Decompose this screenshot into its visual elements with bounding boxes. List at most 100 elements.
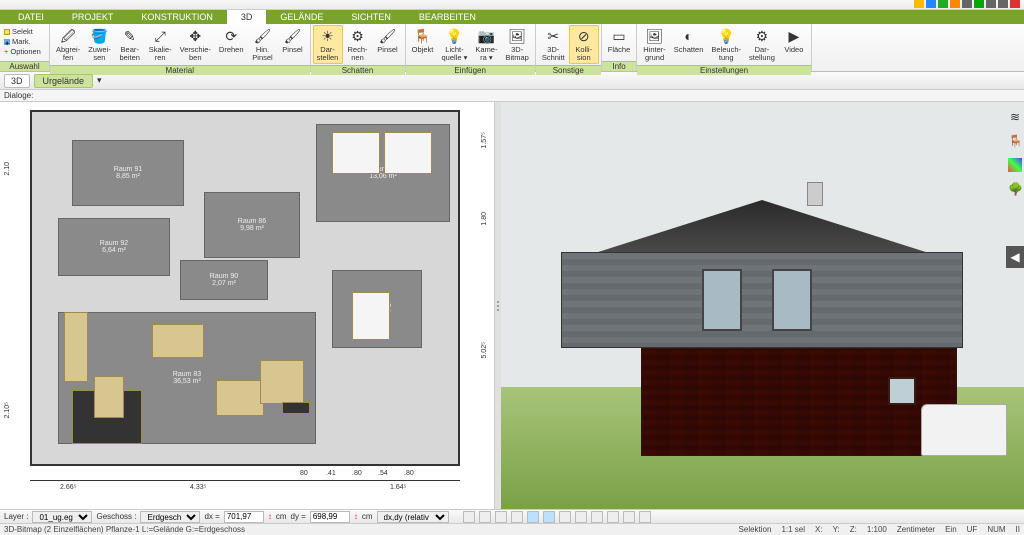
menu-3d[interactable]: 3D — [227, 10, 267, 24]
ribbon-icon: 🖌 — [254, 27, 272, 45]
ribbon-video[interactable]: ▶Video — [779, 25, 809, 64]
group-label: Auswahl — [0, 61, 49, 71]
titlebar-btn[interactable] — [938, 0, 948, 8]
dropdown-icon[interactable]: ▾ — [97, 75, 102, 86]
dim-label: 5.02⁵ — [481, 342, 488, 359]
ribbon-3d-schnitt[interactable]: ✂3D-Schnitt — [538, 25, 569, 64]
ribbon-3d-bitmap[interactable]: 🖼3D-Bitmap — [501, 25, 532, 64]
ribbon-skalie-ren[interactable]: ⤢Skalie-ren — [145, 25, 176, 64]
titlebar-btn[interactable] — [926, 0, 936, 8]
layer-select[interactable]: 01_ug.eg.oç — [32, 511, 92, 523]
ribbon-pinsel[interactable]: 🖌Pinsel — [373, 25, 403, 64]
tool-btn[interactable] — [559, 511, 571, 523]
furniture[interactable] — [352, 292, 390, 340]
layers-icon[interactable]: ≋ — [1008, 110, 1022, 124]
3d-view[interactable] — [501, 102, 1024, 509]
menu-konstruktion[interactable]: KONSTRUKTION — [127, 12, 227, 22]
mode-select[interactable]: dx,dy (relativ k — [377, 511, 449, 523]
furniture[interactable] — [94, 376, 124, 418]
menu-gelände[interactable]: GELÄNDE — [266, 12, 337, 22]
ribbon-verschie-ben[interactable]: ✥Verschie-ben — [176, 25, 215, 64]
breadcrumb[interactable]: Urgelände — [34, 74, 94, 88]
furniture[interactable] — [216, 380, 264, 416]
ribbon-icon: 🖉 — [59, 27, 77, 45]
ribbon-icon: ⚙ — [349, 27, 367, 45]
layer-label: Layer : — [4, 512, 28, 521]
ribbon-beleuch-tung[interactable]: 💡Beleuch-tung — [707, 25, 745, 64]
titlebar-btn[interactable] — [950, 0, 960, 8]
ribbon-kolli-sion[interactable]: ⊘Kolli-sion — [569, 25, 599, 64]
ribbon-hinter-grund[interactable]: 🖼Hinter-grund — [639, 25, 670, 64]
ribbon-licht-quelle-[interactable]: 💡Licht-quelle ▾ — [438, 25, 472, 64]
ribbon-hin-pinsel[interactable]: 🖌Hin.Pinsel — [248, 25, 278, 64]
dim-label: 2.10⁵ — [4, 402, 11, 419]
tool-btn[interactable] — [463, 511, 475, 523]
floor-plan[interactable]: Raum 918,85 m² Raum 926,64 m² Raum 869,98 … — [30, 110, 460, 466]
tool-btn[interactable] — [607, 511, 619, 523]
help-icon[interactable] — [974, 0, 984, 8]
dx-input[interactable] — [224, 511, 264, 523]
options-tool[interactable]: +Optionen — [4, 47, 41, 56]
expand-icon[interactable]: ◀ — [1006, 246, 1024, 268]
ribbon-zuwei-sen[interactable]: 🪣Zuwei-sen — [84, 25, 115, 64]
dy-input[interactable] — [310, 511, 350, 523]
tool-btn[interactable] — [575, 511, 587, 523]
furniture-icon[interactable]: 🪑 — [1008, 134, 1022, 148]
titlebar-btn[interactable] — [914, 0, 924, 8]
ribbon-pinsel[interactable]: 🖌Pinsel — [278, 25, 308, 64]
tool-btn[interactable] — [639, 511, 651, 523]
menu-sichten[interactable]: SICHTEN — [337, 12, 405, 22]
furniture[interactable] — [384, 132, 432, 174]
menu-datei[interactable]: DATEI — [4, 12, 58, 22]
ribbon-schatten[interactable]: ◐Schatten — [670, 25, 708, 64]
floor-select[interactable]: Erdgeschos — [140, 511, 200, 523]
tool-btn[interactable] — [495, 511, 507, 523]
room[interactable]: Raum 902,07 m² — [180, 260, 268, 300]
ribbon-icon: ⚙ — [753, 27, 771, 45]
ribbon-kame-ra-[interactable]: 📷Kame-ra ▾ — [471, 25, 501, 64]
ribbon-icon: ✎ — [121, 27, 139, 45]
room[interactable]: Raum 918,85 m² — [72, 140, 184, 206]
tool-btn[interactable] — [511, 511, 523, 523]
ribbon-icon: ▭ — [610, 27, 628, 45]
ribbon-rech-nen[interactable]: ⚙Rech-nen — [343, 25, 373, 64]
maximize-icon[interactable] — [998, 0, 1008, 8]
ribbon-dar-stellen[interactable]: ☀Dar-stellen — [313, 25, 343, 64]
bottom-toolbar: Layer : 01_ug.eg.oç Geschoss : Erdgescho… — [0, 509, 1024, 523]
tool-btn[interactable] — [623, 511, 635, 523]
ribbon-bear-beiten[interactable]: ✎Bear-beiten — [115, 25, 145, 64]
menu-bearbeiten[interactable]: BEARBEITEN — [405, 12, 490, 22]
ribbon-objekt[interactable]: 🪑Objekt — [408, 25, 438, 64]
furniture[interactable] — [332, 132, 380, 174]
tool-btn[interactable] — [527, 511, 539, 523]
ribbon-drehen[interactable]: ⟳Drehen — [215, 25, 248, 64]
titlebar-btn[interactable] — [962, 0, 972, 8]
menu-projekt[interactable]: PROJEKT — [58, 12, 128, 22]
plan-pane[interactable]: Raum 918,85 m² Raum 926,64 m² Raum 869,98 … — [0, 102, 495, 509]
tool-btn[interactable] — [591, 511, 603, 523]
minimize-icon[interactable] — [986, 0, 996, 8]
tree-icon[interactable]: 🌳 — [1008, 182, 1022, 196]
ribbon-fl-che[interactable]: ▭Fläche — [604, 25, 635, 60]
tool-btn[interactable] — [543, 511, 555, 523]
room[interactable]: Raum 926,64 m² — [58, 218, 170, 276]
3d-pane[interactable]: ≋ 🪑 ▦ 🌳 ◀ — [501, 102, 1024, 509]
select-tool[interactable]: Selekt — [4, 27, 41, 36]
view-tab[interactable]: 3D — [4, 74, 30, 88]
palette-icon[interactable]: ▦ — [1008, 158, 1022, 172]
furniture[interactable] — [260, 360, 304, 404]
ribbon-abgrei-fen[interactable]: 🖉Abgrei-fen — [52, 25, 84, 64]
close-icon[interactable] — [1010, 0, 1020, 8]
furniture[interactable] — [282, 402, 310, 414]
furniture[interactable] — [64, 312, 88, 382]
dim-label: 2.10 — [4, 162, 11, 176]
3d-side-tools: ≋ 🪑 ▦ 🌳 ◀ — [1006, 110, 1024, 268]
furniture[interactable] — [152, 324, 204, 358]
ribbon-dar-stellung[interactable]: ⚙Dar-stellung — [745, 25, 779, 64]
room[interactable]: Raum 869,98 m² — [204, 192, 300, 258]
ribbon-icon: ◐ — [680, 27, 698, 45]
mark-tool[interactable]: ✦Mark. — [4, 37, 41, 46]
ribbon-icon: ☀ — [319, 27, 337, 45]
group-label: Einstellungen — [637, 65, 811, 75]
tool-btn[interactable] — [479, 511, 491, 523]
